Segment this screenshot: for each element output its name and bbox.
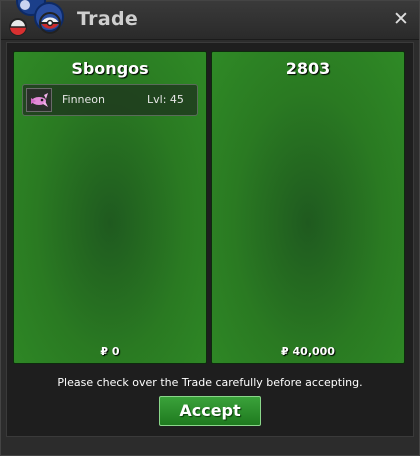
money-offer-left: ₽ 0: [100, 345, 120, 358]
pokemon-name: Finneon: [62, 93, 105, 106]
accept-button[interactable]: Accept: [159, 396, 261, 426]
pokeball-logo-icon: [9, 0, 64, 36]
finneon-sprite-icon: [26, 88, 52, 112]
window-titlebar[interactable]: Trade ✕: [1, 0, 419, 40]
close-icon[interactable]: ✕: [391, 9, 411, 29]
trade-content: Sbongos Finneon Lvl: 45 ₽ 0 2803 ₽ 40,00…: [6, 42, 414, 437]
pokemon-offer-item[interactable]: Finneon Lvl: 45: [22, 84, 198, 116]
trade-window: Trade ✕ Sbongos Finneon Lvl: 45 ₽ 0 2803…: [0, 0, 420, 456]
trade-notice: Please check over the Trade carefully be…: [57, 376, 363, 389]
trader-name-right: 2803: [285, 59, 331, 78]
trade-panel-right: 2803 ₽ 40,000: [211, 51, 405, 364]
money-offer-right: ₽ 40,000: [281, 345, 335, 358]
pokemon-level: Lvl: 45: [147, 93, 184, 106]
window-title: Trade: [77, 8, 139, 30]
trader-name-left: Sbongos: [71, 59, 149, 78]
trade-panel-left: Sbongos Finneon Lvl: 45 ₽ 0: [13, 51, 207, 364]
